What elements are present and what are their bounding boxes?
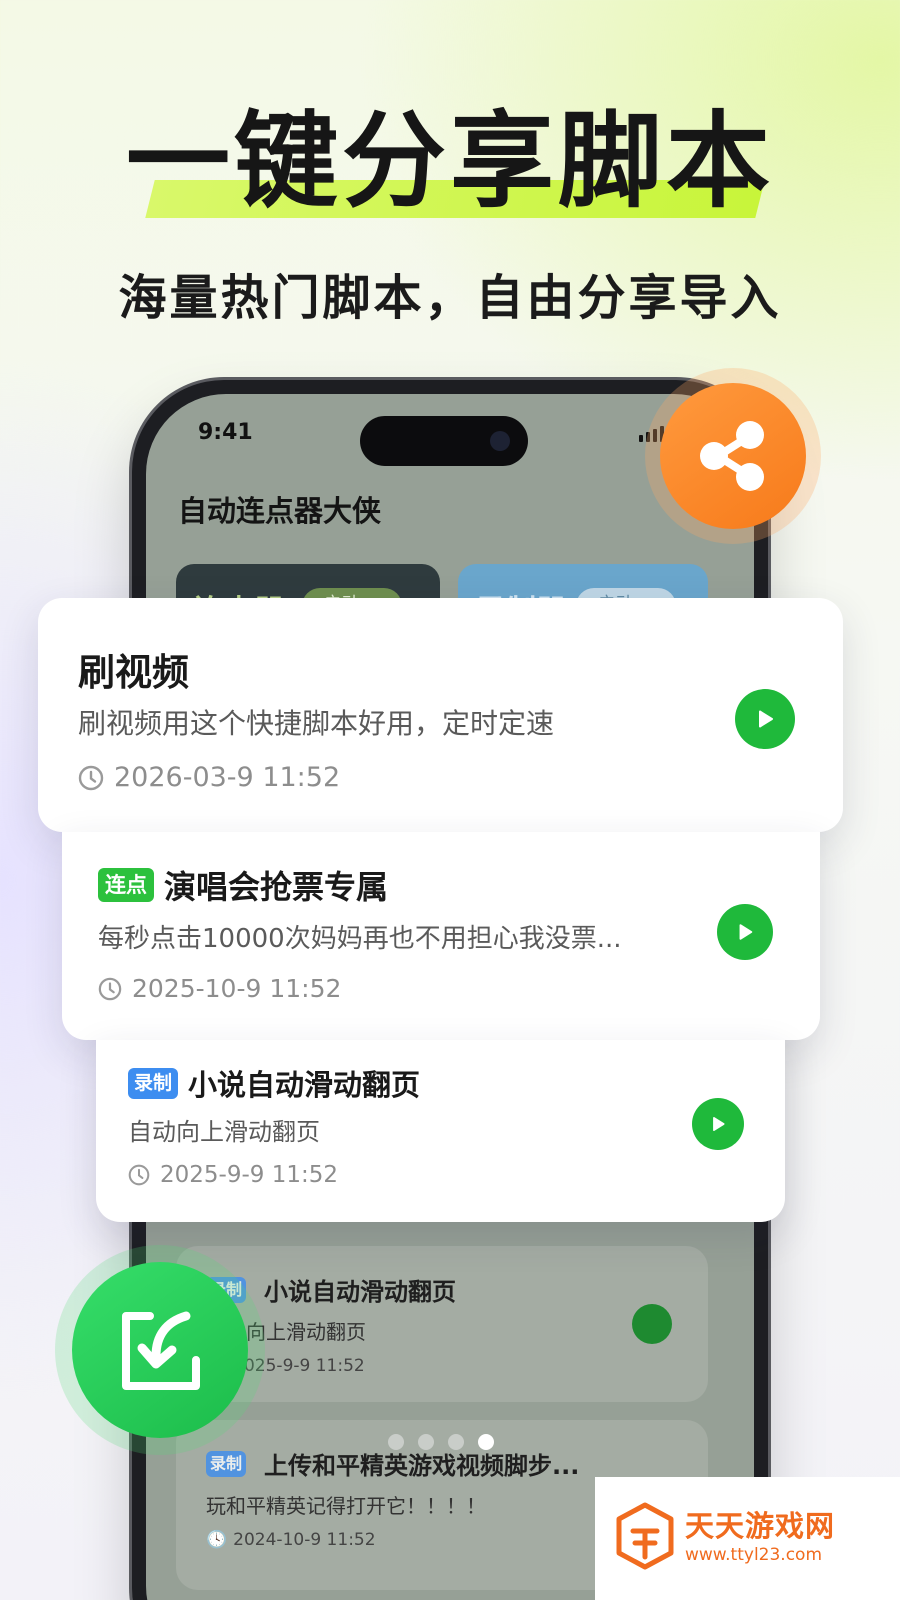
camera-icon [490,431,510,451]
carousel-dot[interactable] [418,1434,434,1450]
script-card-title: 连点 演唱会抢票专属 [98,862,388,908]
import-button[interactable] [72,1262,248,1438]
play-icon [739,924,753,940]
share-button[interactable] [660,383,806,529]
status-time: 9:41 [198,420,253,445]
tag-record: 录制 [206,1450,246,1477]
carousel-dot[interactable] [388,1434,404,1450]
clock-icon [128,1164,150,1186]
script-card[interactable]: 录制 小说自动滑动翻页 自动向上滑动翻页 2025-9-9 11:52 [96,1040,785,1222]
play-icon [713,1117,725,1131]
carousel-dot[interactable] [448,1434,464,1450]
play-button[interactable] [632,1304,672,1344]
list-item-desc: 玩和平精英记得打开它！！！！ [206,1494,486,1518]
carousel-dot-active[interactable] [478,1434,494,1450]
play-button[interactable] [735,689,795,749]
watermark: 天天游戏网 www.ttyl23.com [595,1477,900,1600]
play-button[interactable] [717,904,773,960]
clock-icon: 🕓 [206,1530,228,1550]
script-card-time: 2025-10-9 11:52 [98,974,341,1003]
list-item-title-text: 上传和平精英游戏视频脚步... [264,1452,580,1480]
page-title: 一键分享脚本 [125,100,774,222]
watermark-url: www.ttyl23.com [685,1545,823,1565]
script-card-desc: 自动向上滑动翻页 [128,1118,320,1146]
script-card-title-text: 小说自动滑动翻页 [188,1068,421,1102]
script-card-time: 2026-03-9 11:52 [78,762,340,793]
script-card-time: 2025-9-9 11:52 [128,1162,338,1188]
share-icon [700,421,764,491]
script-card[interactable]: 刷视频 刷视频用这个快捷脚本好用，定时定速 2026-03-9 11:52 [38,598,843,832]
watermark-name: 天天游戏网 [685,1509,836,1543]
script-card-title-text: 演唱会抢票专属 [164,868,389,906]
list-item-title-text: 小说自动滑动翻页 [264,1278,456,1306]
import-icon [122,1311,200,1390]
headline: 一键分享脚本 [0,96,900,226]
app-title: 自动连点器大侠 [178,494,382,528]
carousel-indicator[interactable] [388,1434,494,1450]
script-card-title: 录制 小说自动滑动翻页 [128,1062,420,1104]
play-button[interactable] [692,1098,744,1150]
dynamic-island [360,416,528,466]
script-card-desc: 每秒点击10000次妈妈再也不用担心我没票... [98,924,622,954]
script-card[interactable]: 连点 演唱会抢票专属 每秒点击10000次妈妈再也不用担心我没票... 2025… [62,832,820,1040]
script-card-title: 刷视频 [78,651,189,694]
tag-record: 录制 [128,1067,178,1099]
tag-click: 连点 [98,868,154,902]
script-card-desc: 刷视频用这个快捷脚本好用，定时定速 [78,707,555,740]
clock-icon [98,977,122,1000]
watermark-logo-icon [616,1502,674,1570]
list-item-time: 🕓 2024-10-9 11:52 [206,1530,376,1550]
play-icon [759,710,773,728]
list-item-title: 录制 上传和平精英游戏视频脚步... [206,1446,579,1481]
clock-icon [78,765,104,790]
page-subtitle: 海量热门脚本，自由分享导入 [118,270,782,326]
